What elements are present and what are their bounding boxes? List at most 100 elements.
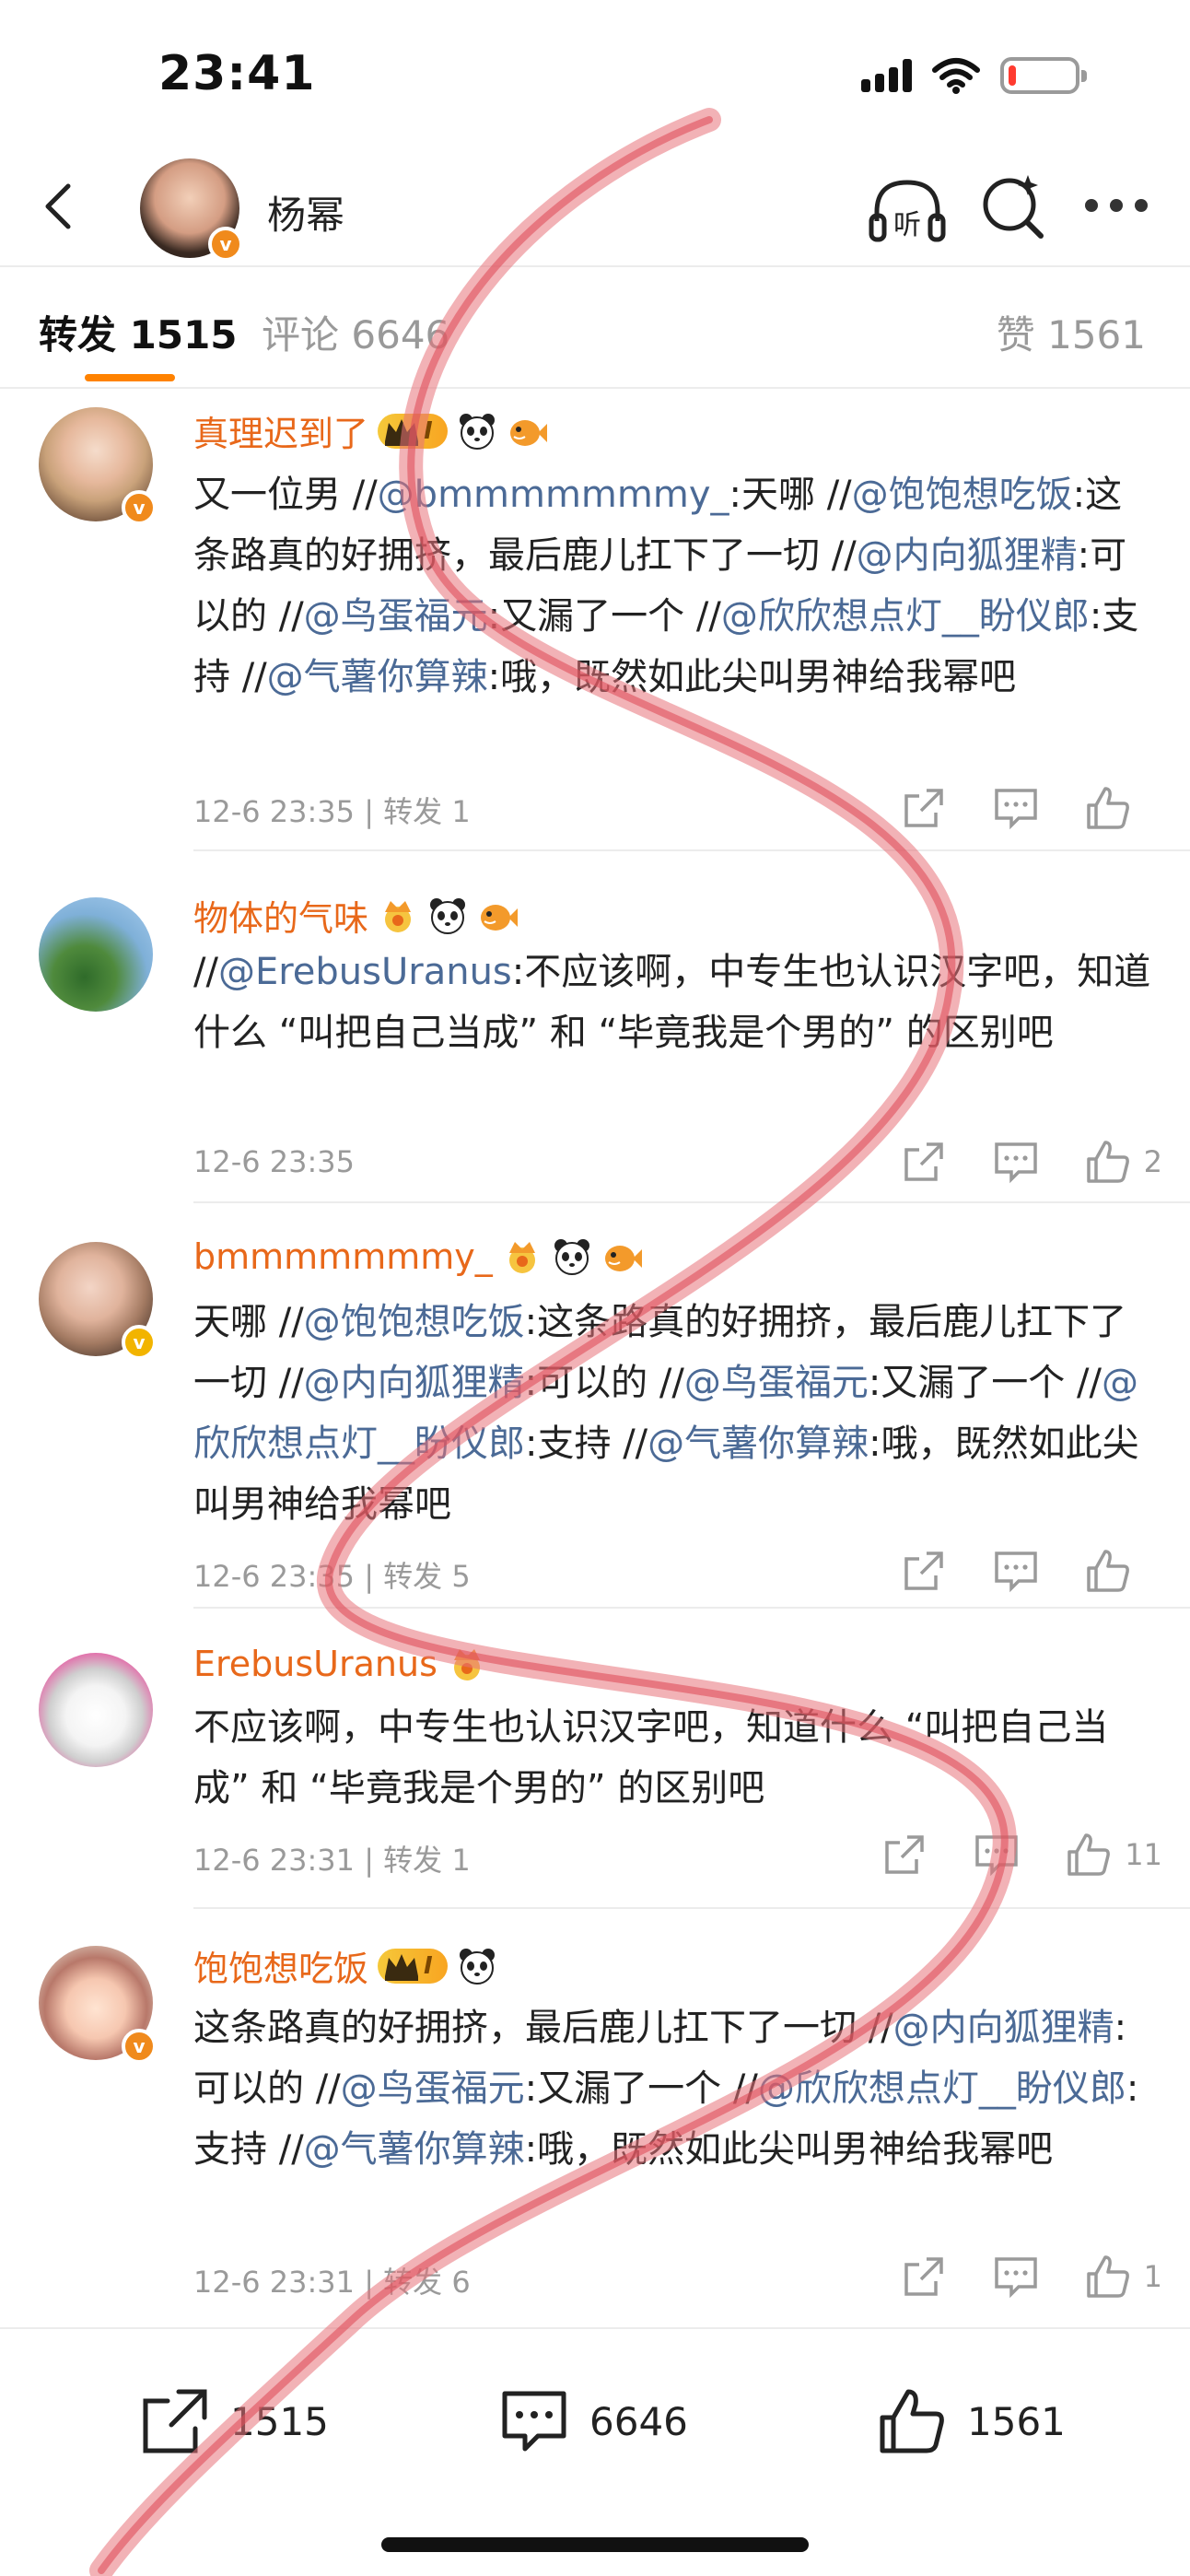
super-search-icon[interactable] bbox=[976, 170, 1050, 243]
tab-comment-count: 6646 bbox=[351, 312, 450, 357]
share-icon[interactable] bbox=[899, 2252, 949, 2301]
crown-icon bbox=[385, 1953, 419, 1981]
author-avatar[interactable]: v bbox=[140, 158, 243, 262]
mention-link[interactable]: @内向狐狸精 bbox=[857, 534, 1078, 577]
text-segment: :哦，既然如此尖叫男神给我幂吧 bbox=[524, 2128, 1054, 2171]
username[interactable]: bmmmmmmmy_ bbox=[193, 1236, 493, 1277]
mention-link[interactable]: @饱饱想吃饭 bbox=[304, 1301, 525, 1343]
tab-like[interactable]: 赞 1561 bbox=[997, 304, 1146, 360]
tab-bar: 转发 1515 评论 6646 赞 1561 bbox=[0, 267, 1190, 389]
panda-badge-icon bbox=[430, 897, 466, 934]
like-count: 2 bbox=[1143, 1144, 1162, 1179]
mention-link[interactable]: @欣欣想点灯__盼仪郎 bbox=[758, 2067, 1126, 2110]
repost-button[interactable]: 1515 bbox=[138, 2384, 329, 2458]
text-segment: :可以的 // bbox=[524, 1362, 684, 1404]
share-icon[interactable] bbox=[899, 1137, 949, 1187]
repost-text: //@ErebusUranus:不应该啊，中专生也认识汉字吧，知道什么 “叫把自… bbox=[193, 942, 1151, 1063]
list-item[interactable]: v 真理迟到了 I 又一位男 //@bmmmmmmmy_:天哪 //@饱饱想吃饭… bbox=[0, 389, 1190, 851]
repost-count: 转发 1 bbox=[383, 794, 471, 829]
list-item[interactable]: ErebusUranus 不应该啊，中专生也认识汉字吧，知道什么 “叫把自己当成… bbox=[0, 1609, 1190, 1909]
item-actions bbox=[857, 783, 1162, 833]
share-icon[interactable] bbox=[899, 1546, 949, 1596]
verified-badge-icon: v bbox=[208, 227, 243, 262]
mention-link[interactable]: @饱饱想吃饭 bbox=[852, 474, 1073, 516]
repost-text: 天哪 //@饱饱想吃饭:这条路真的好拥挤，最后鹿儿扛下了一切 //@内向狐狸精:… bbox=[193, 1292, 1151, 1535]
panda-badge-icon bbox=[554, 1239, 589, 1275]
back-arrow-icon[interactable] bbox=[33, 179, 88, 234]
tab-comment-label: 评论 bbox=[262, 312, 340, 357]
timestamp: 12-6 23:31 bbox=[193, 1843, 356, 1878]
avatar[interactable] bbox=[39, 897, 153, 1012]
mention-link[interactable]: @内向狐狸精 bbox=[304, 1362, 525, 1404]
avatar[interactable]: v bbox=[39, 1242, 157, 1360]
like-button[interactable]: 1561 bbox=[875, 2384, 1066, 2458]
list-item[interactable]: v bmmmmmmmy_ 天哪 //@饱饱想吃饭:这条路真的好拥挤，最后鹿儿扛下… bbox=[0, 1203, 1190, 1609]
avatar[interactable]: v bbox=[39, 1946, 157, 2064]
timestamp: 12-6 23:31 bbox=[193, 2265, 356, 2300]
like-icon[interactable] bbox=[1083, 1546, 1133, 1596]
like-icon[interactable] bbox=[1064, 1830, 1114, 1879]
list-item[interactable]: 物体的气味 //@ErebusUranus:不应该啊，中专生也认识汉字吧，知道什… bbox=[0, 851, 1190, 1203]
crown-badge-icon bbox=[453, 1649, 480, 1680]
mention-link[interactable]: @鸟蛋福元 bbox=[684, 1362, 869, 1404]
comment-icon[interactable] bbox=[991, 1546, 1041, 1596]
repost-text: 不应该啊，中专生也认识汉字吧，知道什么 “叫把自己当成” 和 “毕竟我是个男的”… bbox=[193, 1697, 1151, 1819]
like-icon bbox=[880, 2389, 944, 2453]
username[interactable]: 真理迟到了 bbox=[193, 405, 368, 456]
avatar[interactable]: v bbox=[39, 407, 157, 525]
verified-badge-icon: v bbox=[122, 490, 157, 525]
like-icon[interactable] bbox=[1083, 2252, 1133, 2301]
text-segment: :天哪 // bbox=[729, 474, 852, 516]
item-actions: 2 bbox=[857, 1137, 1162, 1187]
tab-like-label: 赞 bbox=[996, 312, 1035, 357]
share-icon[interactable] bbox=[880, 1830, 929, 1879]
list-item[interactable]: v 饱饱想吃饭 I 这条路真的好拥挤，最后鹿儿扛下了一切 //@内向狐狸精:可以… bbox=[0, 1909, 1190, 2327]
mention-link[interactable]: @ErebusUranus bbox=[218, 951, 512, 993]
tab-repost-label: 转发 bbox=[39, 312, 117, 357]
verified-badge-icon: v bbox=[122, 1325, 157, 1360]
username[interactable]: ErebusUranus bbox=[193, 1644, 438, 1684]
tab-repost[interactable]: 转发 1515 bbox=[39, 304, 238, 360]
tab-repost-count: 1515 bbox=[129, 312, 238, 357]
vip-level-text: I bbox=[424, 1951, 433, 1980]
bottom-action-bar: 1515 6646 1561 bbox=[0, 2327, 1190, 2576]
share-icon[interactable] bbox=[899, 783, 949, 833]
comment-icon[interactable] bbox=[972, 1830, 1021, 1879]
mention-link[interactable]: @气薯你算辣 bbox=[304, 2128, 525, 2171]
mention-link[interactable]: @内向狐狸精 bbox=[893, 2007, 1114, 2049]
mention-link[interactable]: @气薯你算辣 bbox=[648, 1423, 869, 1465]
tab-comment[interactable]: 评论 6646 bbox=[262, 304, 449, 360]
item-meta: 12-6 23:35 bbox=[193, 1144, 355, 1179]
text-segment: :支持 // bbox=[525, 1423, 648, 1465]
item-actions bbox=[857, 1546, 1162, 1596]
comment-icon[interactable] bbox=[991, 783, 1041, 833]
item-meta: 12-6 23:31 | 转发 6 bbox=[193, 2259, 471, 2301]
mention-link[interactable]: @鸟蛋福元 bbox=[304, 595, 488, 638]
like-icon[interactable] bbox=[1083, 1137, 1133, 1187]
tab-active-indicator bbox=[85, 374, 175, 381]
nav-bar: v 杨幂 听 bbox=[0, 147, 1190, 267]
username[interactable]: 饱饱想吃饭 bbox=[193, 1940, 368, 1991]
page-title[interactable]: 杨幂 bbox=[267, 184, 344, 240]
like-count: 1 bbox=[1143, 2259, 1162, 2294]
comment-icon[interactable] bbox=[991, 1137, 1041, 1187]
repost-count: 1515 bbox=[230, 2398, 329, 2444]
more-icon[interactable] bbox=[1085, 199, 1148, 214]
mention-link[interactable]: @鸟蛋福元 bbox=[341, 2067, 525, 2110]
text-segment: :哦，既然如此尖叫男神给我幂吧 bbox=[487, 656, 1017, 698]
comment-icon[interactable] bbox=[991, 2252, 1041, 2301]
mention-link[interactable]: @欣欣想点灯__盼仪郎 bbox=[721, 595, 1090, 638]
repost-count: 转发 6 bbox=[383, 2265, 471, 2300]
crown-icon bbox=[385, 418, 419, 446]
mention-link[interactable]: @气薯你算辣 bbox=[267, 656, 488, 698]
listen-headphones-icon[interactable]: 听 bbox=[866, 175, 949, 249]
avatar[interactable] bbox=[39, 1653, 153, 1767]
comment-button[interactable]: 6646 bbox=[497, 2384, 688, 2458]
text-segment: 这条路真的好拥挤，最后鹿儿扛下了一切 // bbox=[193, 2007, 893, 2049]
tab-like-count: 1561 bbox=[1047, 312, 1146, 357]
like-icon[interactable] bbox=[1083, 783, 1133, 833]
username[interactable]: 物体的气味 bbox=[193, 890, 368, 941]
mention-link[interactable]: @bmmmmmmmy_ bbox=[378, 474, 729, 516]
panda-badge-icon bbox=[459, 413, 495, 450]
repost-text: 这条路真的好拥挤，最后鹿儿扛下了一切 //@内向狐狸精:可以的 //@鸟蛋福元:… bbox=[193, 1997, 1151, 2180]
